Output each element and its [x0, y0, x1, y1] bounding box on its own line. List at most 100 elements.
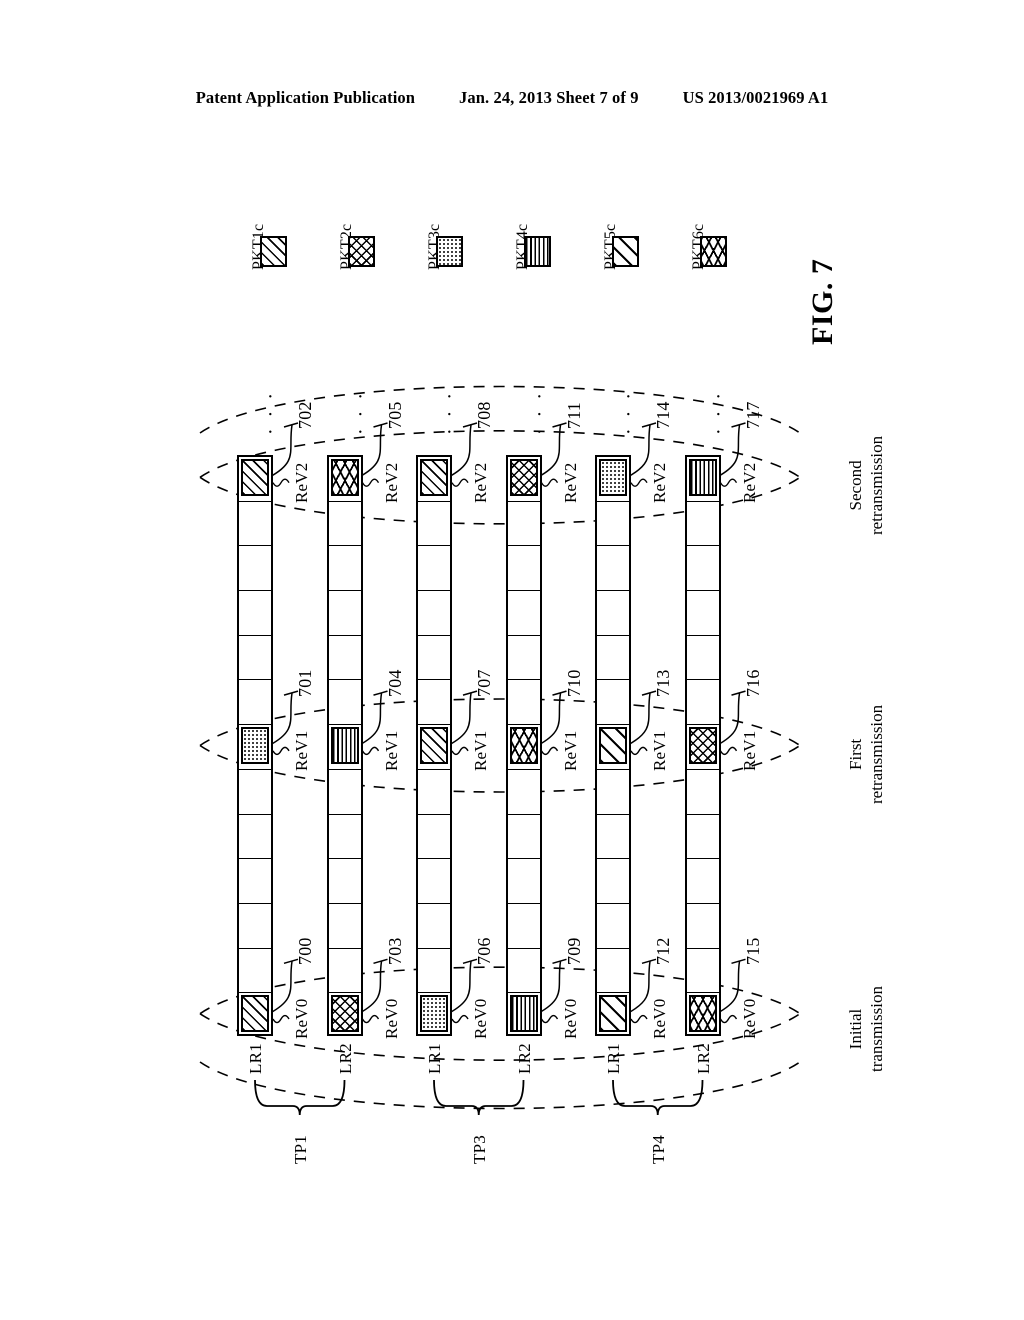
stage-caption-1: First retransmission [845, 704, 888, 803]
packet-700 [241, 995, 269, 1032]
rev-label-rev0: ReV0 [650, 998, 669, 1039]
time-slot-cell [686, 770, 719, 815]
time-slot-cell [507, 859, 540, 904]
rev-label-rev1: ReV1 [292, 730, 311, 771]
reference-numeral-711: 711 [563, 402, 584, 429]
time-slot-cell [239, 636, 271, 681]
link-label-lr1: LR1 [246, 1043, 265, 1074]
time-slot-cell [328, 502, 361, 547]
reference-numeral-705: 705 [384, 401, 405, 429]
packet-708 [420, 459, 448, 496]
packet-705 [330, 459, 359, 496]
continuation-ellipsis: · · · [260, 390, 282, 435]
link-label-lr2: LR2 [514, 1043, 534, 1074]
stage-caption-line1: Initial [846, 1008, 865, 1049]
rev-label-rev2: ReV2 [560, 462, 580, 503]
rev-label-rev0: ReV0 [560, 998, 580, 1039]
time-slot-cell [239, 502, 271, 547]
reference-numeral-706: 706 [474, 937, 494, 966]
time-slot-cell [507, 591, 540, 636]
reference-numeral-703: 703 [384, 937, 405, 966]
time-slot-cell [686, 859, 719, 904]
transmission-point-label-tp4: TP4 [648, 1135, 668, 1164]
time-slot-cell [686, 815, 719, 860]
packet-715 [688, 995, 717, 1032]
time-slot-cell [328, 815, 361, 860]
time-slot-cell [418, 636, 450, 681]
time-slot-cell [418, 949, 450, 994]
time-slot-cell [328, 859, 361, 904]
rev-label-rev1: ReV1 [739, 730, 759, 771]
link-label-lr1: LR1 [425, 1043, 444, 1074]
packet-713 [599, 727, 627, 764]
rev-label-rev0: ReV0 [739, 998, 759, 1039]
time-slot-cell [328, 904, 361, 949]
reference-numeral-713: 713 [653, 669, 673, 698]
link-label-lr2: LR2 [693, 1043, 713, 1074]
packet-703 [330, 995, 359, 1032]
time-slot-cell [418, 546, 450, 592]
time-slot-cell [418, 770, 450, 815]
time-slot-cell [239, 546, 271, 592]
stage-caption-2: Second retransmission [845, 436, 888, 535]
reference-numeral-708: 708 [474, 401, 494, 429]
time-slot-cell [328, 770, 361, 815]
time-slot-cell [597, 770, 629, 815]
time-slot-cell [418, 815, 450, 860]
time-slot-cell [507, 546, 540, 592]
reference-numeral-700: 700 [295, 937, 315, 966]
time-slot-cell [597, 591, 629, 636]
rev-label-rev1: ReV1 [650, 730, 669, 771]
rev-label-rev1: ReV1 [381, 730, 401, 771]
rev-label-rev2: ReV2 [739, 462, 759, 503]
time-slot-cell [328, 636, 361, 681]
time-slot-cell [597, 904, 629, 949]
packet-710 [509, 727, 538, 764]
rev-label-rev0: ReV0 [292, 998, 311, 1039]
time-slot-cell [328, 546, 361, 592]
continuation-ellipsis: · · · [439, 390, 461, 435]
time-slot-cell [597, 546, 629, 592]
time-slot-cell [686, 636, 719, 681]
time-slot-cell [418, 680, 450, 726]
time-slot-cell [686, 546, 719, 592]
time-slot-cell [328, 680, 361, 726]
packet-709 [509, 995, 538, 1032]
time-slot-cell [239, 949, 271, 994]
time-slot-cell [239, 904, 271, 949]
packet-717 [688, 459, 717, 496]
reference-numeral-710: 710 [563, 669, 584, 698]
stage-caption-0: Initial transmission [845, 986, 888, 1072]
reference-numeral-709: 709 [563, 937, 584, 966]
rev-label-rev0: ReV0 [471, 998, 490, 1039]
rev-label-rev2: ReV2 [471, 462, 490, 503]
packet-714 [599, 459, 627, 496]
time-slot-cell [239, 680, 271, 726]
rev-label-rev2: ReV2 [650, 462, 669, 503]
time-slot-cell [597, 949, 629, 994]
time-slot-cell [418, 502, 450, 547]
packet-707 [420, 727, 448, 764]
time-slot-cell [328, 949, 361, 994]
reference-numeral-716: 716 [742, 669, 763, 698]
rev-label-rev2: ReV2 [292, 462, 311, 503]
time-slot-cell [418, 859, 450, 904]
packet-702 [241, 459, 269, 496]
link-label-lr1: LR1 [604, 1043, 623, 1074]
stage-caption-line1: First [846, 738, 865, 770]
time-slot-cell [507, 904, 540, 949]
time-slot-cell [507, 770, 540, 815]
time-slot-cell [507, 636, 540, 681]
stage-caption-line2: retransmission [867, 436, 887, 536]
time-slot-cell [686, 680, 719, 726]
time-slot-cell [239, 859, 271, 904]
reference-numeral-702: 702 [295, 401, 315, 429]
reference-numeral-712: 712 [653, 937, 673, 966]
rev-label-rev2: ReV2 [381, 462, 401, 503]
time-slot-cell [597, 815, 629, 860]
time-slot-cell [328, 591, 361, 636]
continuation-ellipsis: · · · [618, 390, 640, 435]
time-slot-cell [597, 859, 629, 904]
reference-numeral-714: 714 [653, 401, 673, 429]
time-slot-cell [597, 502, 629, 547]
